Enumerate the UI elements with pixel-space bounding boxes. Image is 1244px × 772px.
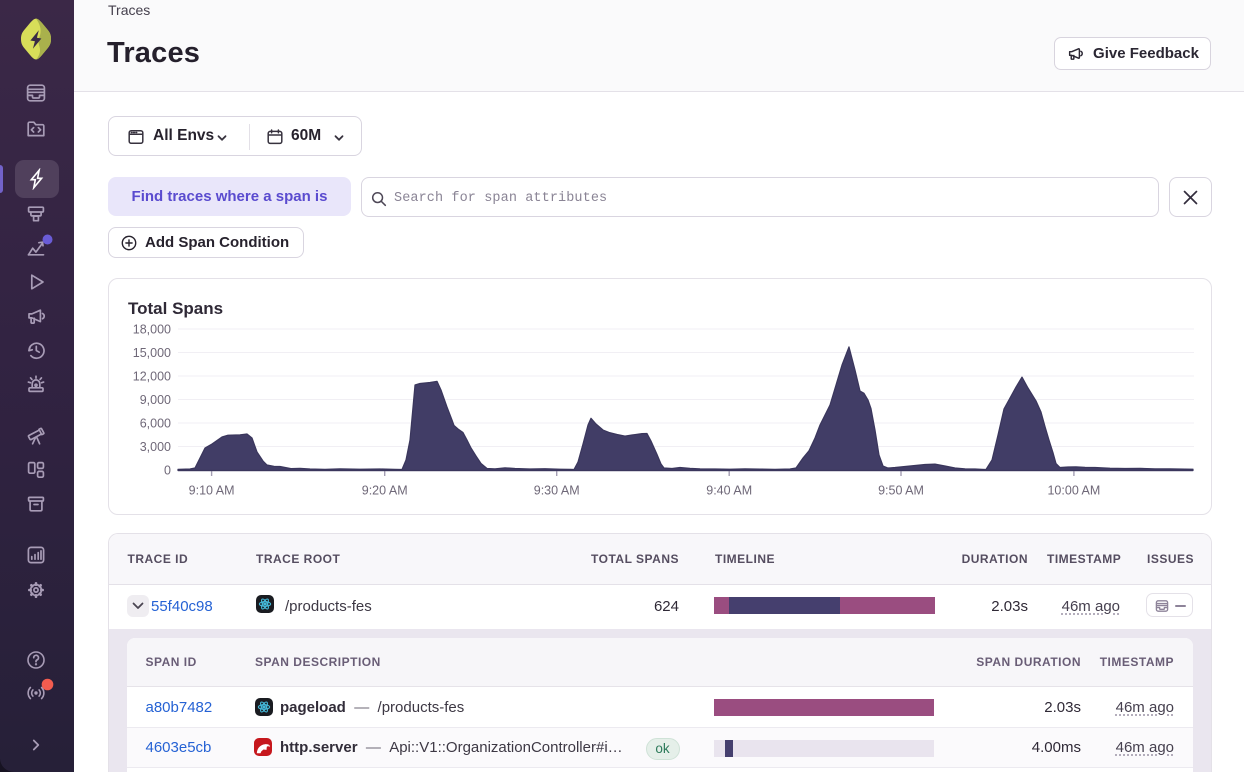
- svg-text:9:50 AM: 9:50 AM: [878, 484, 924, 498]
- svg-text:12,000: 12,000: [133, 370, 171, 384]
- svg-text:18,000: 18,000: [133, 323, 171, 337]
- svg-text:9:10 AM: 9:10 AM: [189, 484, 235, 498]
- svg-text:9,000: 9,000: [140, 393, 171, 407]
- svg-text:15,000: 15,000: [133, 346, 171, 360]
- svg-text:0: 0: [164, 464, 171, 478]
- svg-text:9:20 AM: 9:20 AM: [362, 484, 408, 498]
- svg-text:3,000: 3,000: [140, 440, 171, 454]
- svg-text:9:30 AM: 9:30 AM: [534, 484, 580, 498]
- svg-text:6,000: 6,000: [140, 417, 171, 431]
- svg-text:9:40 AM: 9:40 AM: [706, 484, 752, 498]
- svg-text:10:00 AM: 10:00 AM: [1047, 484, 1100, 498]
